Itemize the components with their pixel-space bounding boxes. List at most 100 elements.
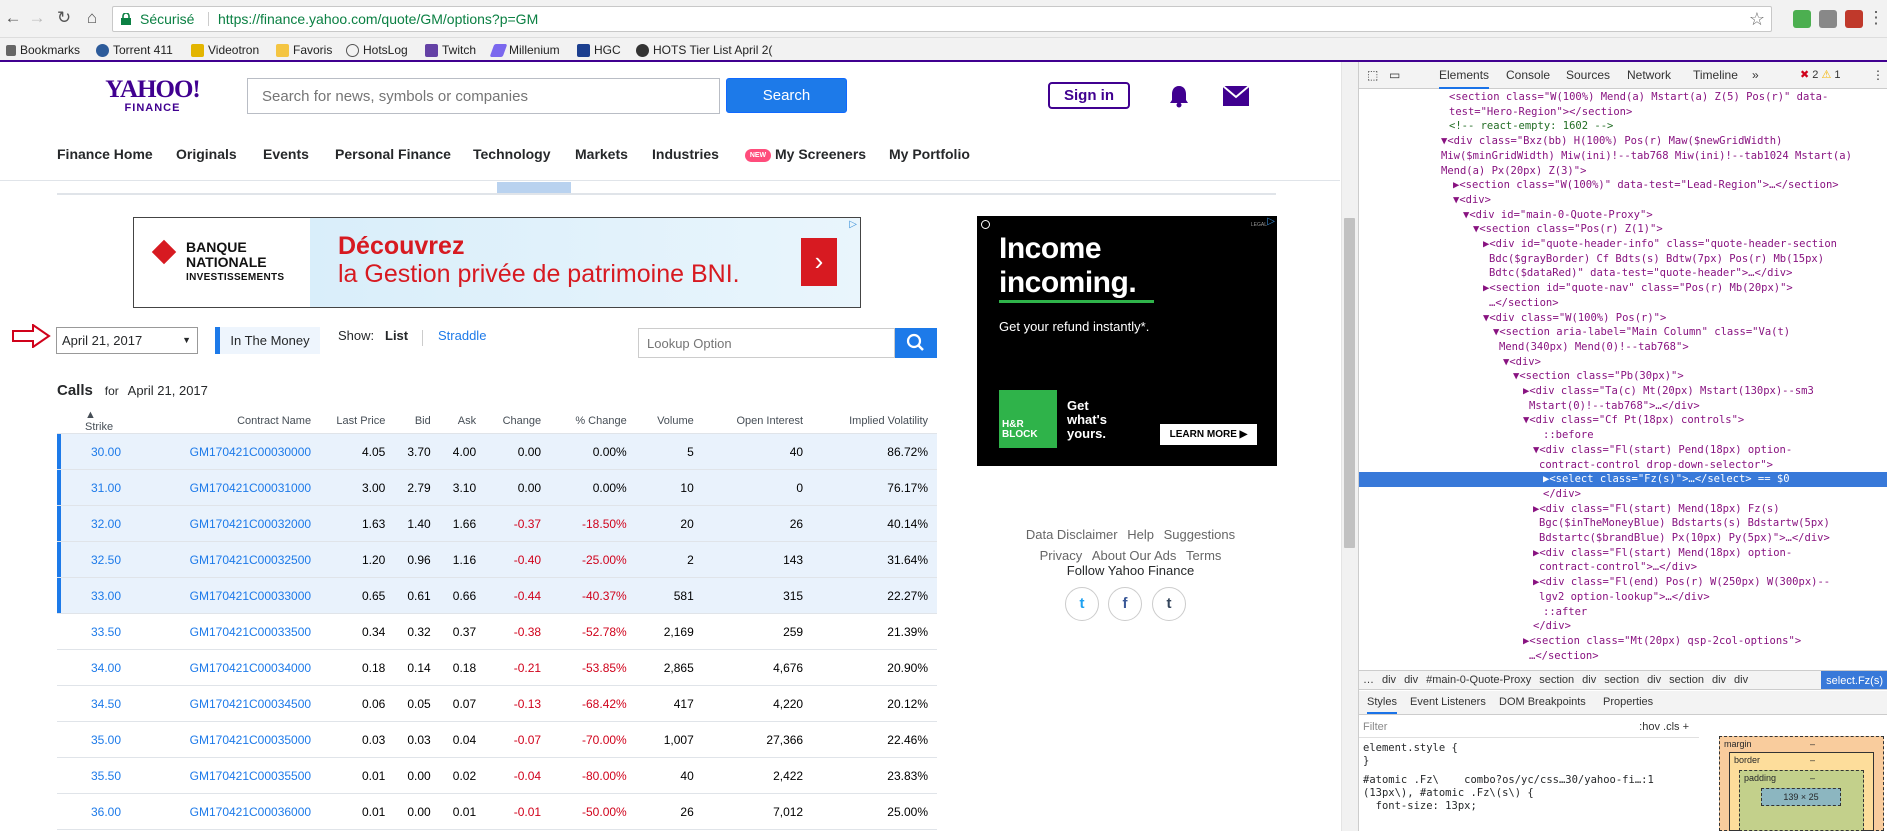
breadcrumb-item[interactable]: section bbox=[1669, 674, 1704, 686]
expiration-date-select[interactable]: April 21, 2017 ▼ bbox=[56, 327, 198, 354]
footer-link[interactable]: Suggestions bbox=[1164, 527, 1236, 542]
column-header-implied-volatility[interactable]: Implied Volatility bbox=[812, 409, 937, 434]
dom-node-line[interactable]: ▼<section class="Pb(30px)"> bbox=[1359, 369, 1684, 384]
nav-my-portfolio[interactable]: My Portfolio bbox=[889, 146, 970, 162]
cell-contract-name[interactable]: GM170421C00036000 bbox=[132, 793, 321, 830]
tab-elements[interactable]: Elements bbox=[1439, 68, 1490, 89]
dom-node-line[interactable]: ▼<div class="Fl(start) Pend(18px) option… bbox=[1359, 443, 1792, 458]
cell-strike[interactable]: 33.00 bbox=[57, 577, 133, 614]
column-header-pct-change[interactable]: % Change bbox=[550, 409, 636, 434]
dom-node-line[interactable]: lgv2 option-lookup">…</div> bbox=[1359, 590, 1710, 605]
nav-personal-finance[interactable]: Personal Finance bbox=[335, 146, 451, 162]
bookmark-item[interactable]: Torrent 411 bbox=[96, 43, 173, 57]
dom-node-line[interactable]: ▶<section class="Mt(20px) qsp-2col-optio… bbox=[1359, 634, 1801, 649]
adchoices-icon[interactable]: ▷ bbox=[1267, 216, 1275, 227]
home-icon[interactable]: ⌂ bbox=[82, 8, 102, 28]
column-header-last-price[interactable]: Last Price bbox=[320, 409, 395, 434]
back-icon[interactable]: ← bbox=[3, 8, 23, 28]
column-header-change[interactable]: Change bbox=[485, 409, 551, 434]
dom-node-line[interactable]: </div> bbox=[1359, 487, 1581, 502]
dom-node-line[interactable]: </div> bbox=[1359, 619, 1571, 634]
dom-node-line[interactable]: contract-control drop-down-selector"> bbox=[1359, 458, 1773, 473]
error-warning-counts[interactable]: ✖ 2 ⚠ 1 bbox=[1800, 68, 1841, 81]
cell-strike[interactable]: 30.00 bbox=[57, 433, 133, 470]
bookmark-item[interactable]: Videotron bbox=[191, 43, 259, 57]
column-header-volume[interactable]: Volume bbox=[635, 409, 703, 434]
tumblr-icon[interactable]: t bbox=[1152, 587, 1186, 621]
subtab-properties[interactable]: Properties bbox=[1603, 696, 1653, 708]
bookmark-item[interactable]: Twitch bbox=[425, 43, 476, 57]
cell-contract-name[interactable]: GM170421C00031000 bbox=[132, 469, 321, 506]
subtab-styles[interactable]: Styles bbox=[1367, 696, 1397, 714]
cell-contract-name[interactable]: GM170421C00030000 bbox=[132, 433, 321, 470]
devtools-menu-icon[interactable]: ⋮ bbox=[1872, 68, 1884, 82]
dom-node-line[interactable]: ▼<div> bbox=[1359, 355, 1541, 370]
breadcrumb-item[interactable]: section bbox=[1539, 674, 1574, 686]
cell-strike[interactable]: 34.50 bbox=[57, 685, 133, 722]
hov-cls-controls[interactable]: :hov .cls + bbox=[1639, 716, 1689, 738]
menu-icon[interactable]: ⋮ bbox=[1866, 8, 1886, 28]
column-header-bid[interactable]: Bid bbox=[394, 409, 440, 434]
footer-link[interactable]: Terms bbox=[1186, 548, 1221, 563]
nav-industries[interactable]: Industries bbox=[652, 146, 719, 162]
tab-console[interactable]: Console bbox=[1506, 68, 1550, 82]
extension-icon[interactable] bbox=[1819, 10, 1837, 28]
dom-node-line[interactable]: …</section> bbox=[1359, 649, 1599, 664]
column-header-contract[interactable]: Contract Name bbox=[132, 409, 321, 434]
dom-node-line[interactable]: Mend(a) Px(20px) Z(3)"> bbox=[1359, 164, 1586, 179]
bookmark-item[interactable]: Bookmarks bbox=[6, 43, 80, 57]
dom-node-line[interactable]: Bdtc($dataRed)" data-test="quote-header"… bbox=[1359, 266, 1792, 281]
nav-technology[interactable]: Technology bbox=[473, 146, 551, 162]
dom-node-line[interactable]: test="Hero-Region"></section> bbox=[1359, 105, 1632, 120]
dom-node-line[interactable]: Mend(340px) Mend(0)!--tab768"> bbox=[1359, 340, 1689, 355]
dom-node-line[interactable]: ▶<div id="quote-header-info" class="quot… bbox=[1359, 237, 1837, 252]
breadcrumb-item[interactable]: section bbox=[1604, 674, 1639, 686]
dom-node-line[interactable]: ▼<div class="W(100%) Pos(r)"> bbox=[1359, 311, 1666, 326]
subtab-event-listeners[interactable]: Event Listeners bbox=[1410, 696, 1486, 708]
dom-node-line[interactable]: ▶<div class="Fl(end) Pos(r) W(250px) W(3… bbox=[1359, 575, 1830, 590]
dom-node-line[interactable]: contract-control">…</div> bbox=[1359, 560, 1697, 575]
breadcrumb-item[interactable]: div bbox=[1734, 674, 1748, 686]
cell-strike[interactable]: 32.00 bbox=[57, 505, 133, 542]
breadcrumb-item[interactable]: #main-0-Quote-Proxy bbox=[1426, 674, 1531, 686]
cell-strike[interactable]: 31.00 bbox=[57, 469, 133, 506]
dom-node-line[interactable]: ▼<section class="Pos(r) Z(1)"> bbox=[1359, 222, 1663, 237]
url-text[interactable]: https://finance.yahoo.com/quote/GM/optio… bbox=[218, 7, 538, 31]
bell-icon[interactable] bbox=[1168, 84, 1190, 108]
nav-markets[interactable]: Markets bbox=[575, 146, 628, 162]
breadcrumb-item[interactable]: … bbox=[1363, 674, 1374, 686]
dom-node-line[interactable]: Bdc($grayBorder) Cf Bdts(s) Bdtw(7px) Po… bbox=[1359, 252, 1824, 267]
dom-node-line[interactable]: <!-- react-empty: 1602 --> bbox=[1359, 119, 1613, 134]
nav-originals[interactable]: Originals bbox=[176, 146, 237, 162]
more-tabs-icon[interactable]: » bbox=[1752, 68, 1759, 82]
bookmark-item[interactable]: HGC bbox=[577, 43, 621, 57]
scrollbar-thumb[interactable] bbox=[1344, 218, 1355, 548]
dom-node-line[interactable]: ▶<div class="Fl(start) Mend(18px) option… bbox=[1359, 546, 1792, 561]
facebook-icon[interactable]: f bbox=[1108, 587, 1142, 621]
bookmark-item[interactable]: Millenium bbox=[489, 43, 560, 57]
dom-node-line[interactable]: Mstart(0)!--tab768">…</div> bbox=[1359, 399, 1700, 414]
hr-block-ad[interactable]: LEGAL ▷ Income incoming. Get your refund… bbox=[977, 216, 1277, 466]
subtab-dom-breakpoints[interactable]: DOM Breakpoints bbox=[1499, 696, 1586, 708]
reload-icon[interactable]: ↻ bbox=[54, 8, 74, 28]
breadcrumb-item[interactable]: div bbox=[1712, 674, 1726, 686]
dom-node-line[interactable]: <section class="W(100%) Mend(a) Mstart(a… bbox=[1359, 90, 1828, 105]
sign-in-button[interactable]: Sign in bbox=[1048, 82, 1130, 109]
column-header-open-interest[interactable]: Open Interest bbox=[702, 409, 813, 434]
dom-node-line[interactable]: …</section> bbox=[1359, 296, 1559, 311]
address-bar[interactable]: Sécurisé https://finance.yahoo.com/quote… bbox=[112, 6, 1772, 32]
footer-link[interactable]: Privacy bbox=[1040, 548, 1083, 563]
lookup-option-input[interactable] bbox=[638, 328, 895, 358]
dom-node-line[interactable]: ::after bbox=[1359, 605, 1587, 620]
bookmark-item[interactable]: HotsLog bbox=[346, 43, 408, 57]
dom-node-line[interactable]: ::before bbox=[1359, 428, 1594, 443]
breadcrumb-item[interactable]: div bbox=[1582, 674, 1596, 686]
dom-node-line[interactable]: Miw($minGridWidth) Miw(ini)!--tab768 Miw… bbox=[1359, 149, 1852, 164]
pdf-extension-icon[interactable] bbox=[1845, 10, 1863, 28]
lookup-search-button[interactable] bbox=[895, 328, 937, 358]
cell-contract-name[interactable]: GM170421C00033500 bbox=[132, 613, 321, 650]
bookmark-item[interactable]: Favoris bbox=[276, 43, 332, 57]
inspect-icon[interactable]: ⬚ bbox=[1367, 68, 1378, 82]
dom-node-line[interactable]: Bgc($inTheMoneyBlue) Bdstarts(s) Bdstart… bbox=[1359, 516, 1830, 531]
cell-strike[interactable]: 33.50 bbox=[57, 613, 133, 650]
